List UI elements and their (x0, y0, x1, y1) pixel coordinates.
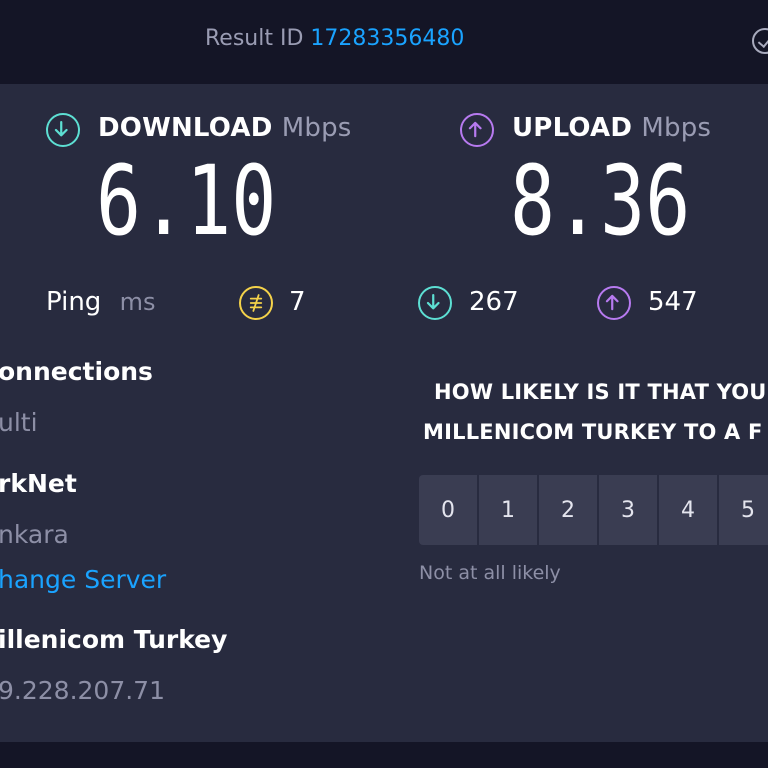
download-unit: Mbps (281, 113, 352, 143)
bottom-bar (0, 742, 768, 768)
ping-unit: ms (119, 288, 156, 316)
likelihood-rating-scale: 0 1 2 3 4 5 (419, 475, 768, 545)
ping-download-value: 267 (469, 287, 519, 317)
upload-label-text: UPLOAD (512, 113, 633, 143)
upload-label: UPLOAD Mbps (512, 113, 711, 143)
download-label: DOWNLOAD Mbps (98, 113, 352, 143)
idle-latency-icon (239, 286, 273, 320)
result-id-label: Result ID (205, 26, 304, 51)
download-latency-icon (418, 286, 452, 320)
ping-label: Ping ms (46, 287, 155, 317)
rating-option-4[interactable]: 4 (659, 475, 717, 545)
download-arrow-icon (46, 113, 80, 147)
change-server-link[interactable]: hange Server (0, 565, 166, 594)
rating-option-5[interactable]: 5 (719, 475, 768, 545)
ping-idle-value: 7 (289, 287, 306, 317)
connections-title: onnections (0, 357, 153, 386)
ping-upload-value: 547 (648, 287, 698, 317)
provider-name: illenicom Turkey (0, 625, 228, 654)
upload-unit: Mbps (641, 113, 712, 143)
download-label-text: DOWNLOAD (98, 113, 273, 143)
survey-question-line2: MILLENICOM TURKEY TO A F (423, 420, 763, 444)
check-circle-icon[interactable] (752, 28, 768, 54)
rating-option-3[interactable]: 3 (599, 475, 657, 545)
upload-latency-icon (597, 286, 631, 320)
connections-mode[interactable]: ulti (0, 408, 38, 437)
result-id: Result ID 17283356480 (205, 26, 464, 51)
rating-option-1[interactable]: 1 (479, 475, 537, 545)
top-bar: Result ID 17283356480 (0, 0, 768, 82)
result-id-link[interactable]: 17283356480 (310, 26, 464, 51)
rating-option-0[interactable]: 0 (419, 475, 477, 545)
server-location: nkara (0, 520, 69, 549)
rating-option-2[interactable]: 2 (539, 475, 597, 545)
download-speed-value: 6.10 (96, 145, 277, 257)
server-name: rkNet (0, 469, 77, 498)
provider-ip: 9.228.207.71 (0, 676, 165, 705)
rating-low-label: Not at all likely (419, 562, 561, 584)
survey-question-line1: HOW LIKELY IS IT THAT YOU (434, 380, 767, 404)
upload-arrow-icon (460, 113, 494, 147)
upload-speed-value: 8.36 (510, 145, 691, 257)
ping-label-text: Ping (46, 287, 102, 317)
